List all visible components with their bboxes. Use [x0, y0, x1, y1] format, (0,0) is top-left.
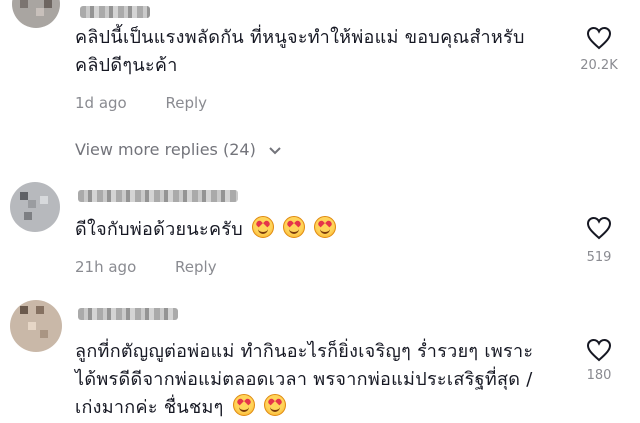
- heart-outline-icon[interactable]: [586, 26, 612, 50]
- comment-item: ดีใจกับพ่อด้วยนะครับ 21h ago Reply 519: [0, 176, 640, 286]
- heart-outline-icon[interactable]: [586, 216, 612, 240]
- avatar[interactable]: [10, 300, 62, 352]
- comment-text-line: ได้พรดีดีจากพ่อแม่ตลอดเวลา พรจากพ่อแม่ปร…: [75, 369, 533, 390]
- comment-time: 1d ago: [75, 94, 127, 112]
- like-count: 519: [586, 250, 612, 265]
- comment-text-line-wrap: เก่งมากค่ะ ชื่นชมๆ: [75, 394, 565, 422]
- like-count: 180: [586, 368, 612, 383]
- smiling-face-with-hearts-icon: [314, 216, 337, 238]
- comment-item: ลูกที่กตัญญูต่อพ่อแม่ ทำกินอะไรก็ยิ่งเจร…: [0, 296, 640, 423]
- username[interactable]: [78, 308, 178, 320]
- heart-outline-icon[interactable]: [586, 338, 612, 362]
- like-count: 20.2K: [580, 58, 618, 73]
- reply-button[interactable]: Reply: [175, 258, 217, 276]
- username[interactable]: [78, 190, 238, 202]
- comment-text-line: ดีใจกับพ่อด้วยนะครับ: [75, 219, 243, 240]
- comment-text-line: คลิปดีๆนะค้า: [75, 55, 178, 76]
- comment-item: คลิปนี้เป็นแรงพลัดกัน ที่หนูจะทำให้พ่อแม…: [0, 0, 640, 130]
- view-more-replies-label: View more replies (24): [75, 140, 256, 159]
- comment-text-line: เก่งมากค่ะ ชื่นชมๆ: [75, 397, 224, 418]
- comment-meta: 1d ago Reply: [75, 94, 207, 112]
- comment-meta: 21h ago Reply: [75, 258, 217, 276]
- comment-text: ดีใจกับพ่อด้วยนะครับ: [75, 216, 565, 244]
- chevron-down-icon: [269, 146, 281, 154]
- comment-text: คลิปนี้เป็นแรงพลัดกัน ที่หนูจะทำให้พ่อแม…: [75, 24, 565, 80]
- username[interactable]: [80, 6, 150, 18]
- comment-text-line: ลูกที่กตัญญูต่อพ่อแม่ ทำกินอะไรก็ยิ่งเจร…: [75, 341, 534, 362]
- smiling-face-with-hearts-icon: [283, 216, 306, 238]
- comment-time: 21h ago: [75, 258, 137, 276]
- reply-button[interactable]: Reply: [166, 94, 208, 112]
- avatar[interactable]: [10, 182, 60, 232]
- smiling-face-with-hearts-icon: [232, 394, 255, 416]
- comment-text-line: คลิปนี้เป็นแรงพลัดกัน ที่หนูจะทำให้พ่อแม…: [75, 27, 525, 48]
- comment-text: ลูกที่กตัญญูต่อพ่อแม่ ทำกินอะไรก็ยิ่งเจร…: [75, 338, 565, 422]
- view-more-replies-button[interactable]: View more replies (24): [75, 140, 281, 159]
- smiling-face-with-hearts-icon: [263, 394, 286, 416]
- avatar[interactable]: [12, 0, 60, 28]
- smiling-face-with-hearts-icon: [252, 216, 275, 238]
